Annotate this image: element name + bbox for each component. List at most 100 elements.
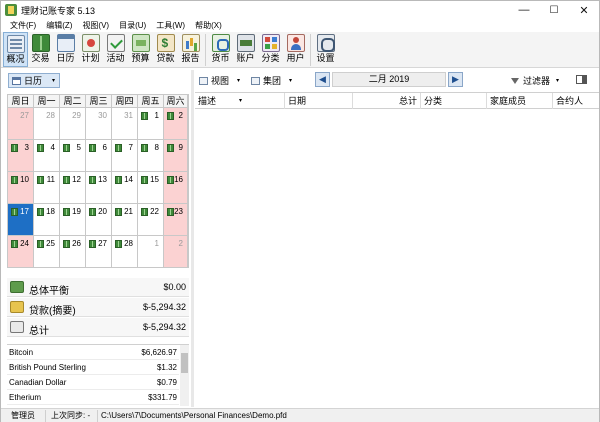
day-number: 4 bbox=[50, 143, 55, 152]
toolbar-loan-button[interactable]: 贷款 bbox=[153, 32, 178, 67]
day-number: 15 bbox=[150, 175, 159, 184]
calendar-day[interactable]: 27 bbox=[8, 108, 34, 140]
filter-button[interactable]: 过滤器 ▾ bbox=[511, 74, 559, 87]
calendar-day[interactable]: 30 bbox=[86, 108, 112, 140]
close-button[interactable]: ✕ bbox=[569, 1, 599, 19]
calendar-day[interactable]: 21 bbox=[112, 204, 138, 236]
book-icon bbox=[11, 208, 18, 216]
pane-splitter[interactable] bbox=[191, 70, 194, 407]
toolbar-settings-button[interactable]: 设置 bbox=[313, 32, 338, 67]
calendar-day[interactable]: 13 bbox=[86, 172, 112, 204]
book-icon bbox=[167, 144, 174, 152]
calendar-day[interactable]: 6 bbox=[86, 140, 112, 172]
minimize-button[interactable]: — bbox=[509, 1, 539, 19]
column-total[interactable]: 总计 bbox=[353, 93, 421, 109]
menu-help[interactable]: 帮助(X) bbox=[190, 19, 227, 32]
calendar-day[interactable]: 18 bbox=[34, 204, 60, 236]
summary-label: 总计 bbox=[29, 326, 49, 337]
calendar-day[interactable]: 28 bbox=[112, 236, 138, 268]
calendar-day[interactable]: 11 bbox=[34, 172, 60, 204]
day-number: 22 bbox=[150, 207, 159, 216]
currency-row[interactable]: British Pound Sterling $1.32 bbox=[7, 360, 179, 375]
menu-edit[interactable]: 编辑(Z) bbox=[41, 19, 77, 32]
calendar-day[interactable]: 28 bbox=[34, 108, 60, 140]
menu-view[interactable]: 视图(V) bbox=[77, 19, 114, 32]
panel-toggle-button[interactable] bbox=[576, 75, 587, 84]
chevron-down-icon: ▾ bbox=[556, 78, 560, 84]
toolbar-account-button[interactable]: 账户 bbox=[233, 32, 258, 67]
day-number: 24 bbox=[20, 239, 29, 248]
group-menu-button[interactable]: 集团 ▾ bbox=[251, 74, 292, 87]
calendar-day[interactable]: 26 bbox=[60, 236, 86, 268]
column-category[interactable]: 分类 bbox=[421, 93, 487, 109]
summary-row[interactable]: 贷款(摘要) $-5,294.32 bbox=[7, 298, 189, 317]
column-contractor[interactable]: 合约人 bbox=[553, 93, 599, 109]
column-family-member[interactable]: 家庭成员 bbox=[487, 93, 553, 109]
scrollbar-thumb[interactable] bbox=[181, 353, 188, 373]
calendar-icon bbox=[56, 34, 75, 52]
calendar-day[interactable]: 1 bbox=[138, 108, 164, 140]
column-description[interactable]: 描述 ▾ bbox=[195, 93, 285, 109]
calendar-day[interactable]: 25 bbox=[34, 236, 60, 268]
calendar-day[interactable]: 16 bbox=[164, 172, 188, 204]
day-number: 27 bbox=[98, 239, 107, 248]
toolbar-overview-button[interactable]: 概况 bbox=[3, 32, 28, 67]
toolbar-category-button[interactable]: 分类 bbox=[258, 32, 283, 67]
summary-row[interactable]: 总计 $-5,294.32 bbox=[7, 318, 189, 337]
toolbar-activity-button[interactable]: 活动 bbox=[103, 32, 128, 67]
calendar-day[interactable]: 4 bbox=[34, 140, 60, 172]
day-number: 23 bbox=[174, 207, 183, 216]
calendar-day[interactable]: 22 bbox=[138, 204, 164, 236]
calendar-day[interactable]: 19 bbox=[60, 204, 86, 236]
calendar-day[interactable]: 10 bbox=[8, 172, 34, 204]
calendar-day[interactable]: 17 bbox=[8, 204, 34, 236]
toolbar-transactions-button[interactable]: 交易 bbox=[28, 32, 53, 67]
calendar-day[interactable]: 7 bbox=[112, 140, 138, 172]
calendar-day[interactable]: 14 bbox=[112, 172, 138, 204]
menu-tools[interactable]: 工具(W) bbox=[151, 19, 190, 32]
next-month-button[interactable]: ▶ bbox=[448, 72, 463, 87]
calendar-day[interactable]: 27 bbox=[86, 236, 112, 268]
calendar-day[interactable]: 20 bbox=[86, 204, 112, 236]
summary-row[interactable]: 总体平衡 $0.00 bbox=[7, 278, 189, 297]
toolbar-calendar-button[interactable]: 日历 bbox=[53, 32, 78, 67]
calendar-day[interactable]: 23 bbox=[164, 204, 188, 236]
day-number: 2 bbox=[178, 239, 183, 248]
column-date[interactable]: 日期 bbox=[285, 93, 353, 109]
calendar-day[interactable]: 2 bbox=[164, 108, 188, 140]
toolbar-users-button[interactable]: 用户 bbox=[283, 32, 308, 67]
currency-scrollbar[interactable] bbox=[180, 345, 189, 406]
view-menu-button[interactable]: 视图 ▾ bbox=[199, 74, 240, 87]
transactions-icon bbox=[31, 34, 50, 52]
calendar-day[interactable]: 3 bbox=[8, 140, 34, 172]
calendar-day[interactable]: 8 bbox=[138, 140, 164, 172]
calendar-day[interactable]: 15 bbox=[138, 172, 164, 204]
toolbar-budget-button[interactable]: 预算 bbox=[128, 32, 153, 67]
day-number: 11 bbox=[46, 175, 55, 184]
toolbar-label: 概况 bbox=[6, 54, 25, 64]
currency-row[interactable]: Bitcoin $6,626.97 bbox=[7, 345, 179, 360]
calendar-day[interactable]: 1 bbox=[138, 236, 164, 268]
calendar-day[interactable]: 31 bbox=[112, 108, 138, 140]
previous-month-button[interactable]: ◀ bbox=[315, 72, 330, 87]
weekday-header: 周二 bbox=[60, 95, 86, 108]
calendar-day[interactable]: 5 bbox=[60, 140, 86, 172]
currency-row[interactable]: Etherium $331.79 bbox=[7, 390, 179, 405]
currency-row[interactable]: Canadian Dollar $0.79 bbox=[7, 375, 179, 390]
book-icon bbox=[37, 208, 44, 216]
toolbar-currency-button[interactable]: 货币 bbox=[208, 32, 233, 67]
calendar-day[interactable]: 12 bbox=[60, 172, 86, 204]
calendar-day[interactable]: 2 bbox=[164, 236, 188, 268]
menu-file[interactable]: 文件(F) bbox=[5, 19, 41, 32]
calendar-day[interactable]: 9 bbox=[164, 140, 188, 172]
calendar-day[interactable]: 24 bbox=[8, 236, 34, 268]
menu-catalog[interactable]: 目录(U) bbox=[114, 19, 151, 32]
calendar-view-button[interactable]: 日历 ▾ bbox=[8, 73, 60, 88]
current-month-label: 二月 2019 bbox=[332, 72, 446, 87]
book-icon bbox=[11, 240, 18, 248]
toolbar-plan-button[interactable]: 计划 bbox=[78, 32, 103, 67]
day-number: 9 bbox=[178, 143, 183, 152]
toolbar-report-button[interactable]: 报告 bbox=[178, 32, 203, 67]
maximize-button[interactable]: ☐ bbox=[539, 1, 569, 19]
calendar-day[interactable]: 29 bbox=[60, 108, 86, 140]
